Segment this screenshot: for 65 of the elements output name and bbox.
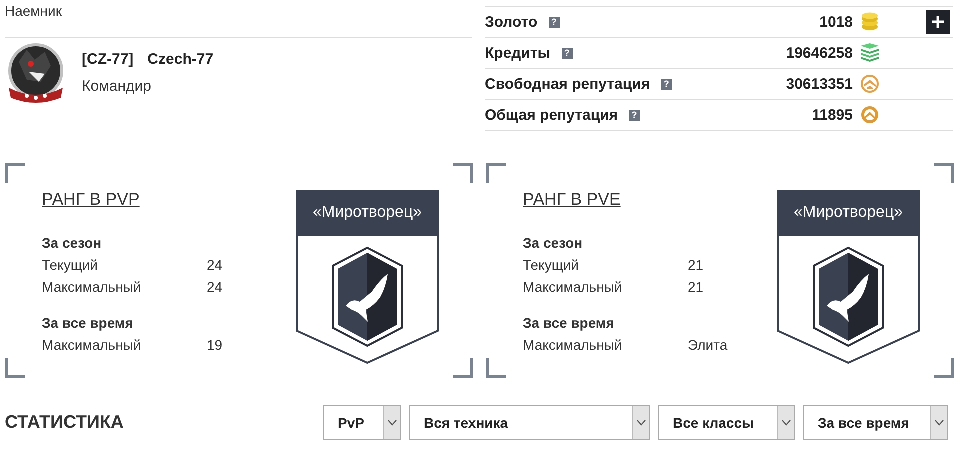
- coins-icon: [860, 12, 880, 32]
- dropdown-value: Вся техника: [423, 414, 510, 432]
- currency-label: Кредиты: [485, 44, 551, 62]
- reputation-icon: [860, 74, 880, 94]
- frame-corner: [486, 163, 506, 183]
- filter-dropdown[interactable]: За все время: [803, 405, 948, 440]
- stat-label: Текущий: [523, 256, 580, 275]
- section-heading: За сезон: [42, 234, 103, 253]
- badge-title: «Миротворец»: [296, 190, 439, 236]
- dropdown-value: Все классы: [672, 414, 755, 432]
- help-icon: ?: [661, 78, 672, 90]
- stat-label: Максимальный: [42, 278, 142, 297]
- stat-value: 19: [207, 336, 223, 355]
- shield-emblem-icon: [296, 236, 439, 364]
- dropdown-value: За все время: [817, 414, 910, 433]
- badge-title: «Миротворец»: [777, 190, 920, 236]
- section-title: Наемник: [5, 0, 472, 38]
- stat-value: 24: [207, 256, 223, 275]
- shield-emblem-icon: [777, 236, 920, 364]
- filter-dropdown[interactable]: PvP: [323, 405, 401, 440]
- frame-corner: [453, 163, 473, 183]
- filter-dropdown[interactable]: Вся техника: [409, 405, 650, 440]
- frame-corner: [934, 163, 954, 183]
- rank-title-link[interactable]: РАНГ В PVP: [42, 190, 140, 210]
- section-heading: За все время: [523, 314, 616, 333]
- caret-icon: [934, 420, 944, 426]
- help-icon: ?: [548, 16, 560, 28]
- clan-tag: [CZ-77]: [82, 51, 134, 68]
- help-icon: ?: [562, 48, 573, 58]
- player-role: Командир: [82, 78, 152, 95]
- rank-title-link[interactable]: РАНГ В PVE: [523, 190, 621, 210]
- frame-corner: [5, 163, 25, 183]
- dropdown-value: PvP: [337, 414, 366, 432]
- add-button[interactable]: [926, 10, 950, 34]
- currency-value: 19646258: [786, 44, 853, 62]
- caret-icon: [636, 420, 646, 426]
- stat-label: Максимальный: [42, 336, 142, 355]
- section-heading: За все время: [42, 314, 134, 333]
- filter-dropdown[interactable]: Все классы: [658, 405, 795, 440]
- reputation-icon: [860, 105, 880, 125]
- currency-value: 1018: [820, 14, 853, 30]
- frame-corner: [486, 358, 506, 378]
- caret-icon: [388, 420, 396, 426]
- help-icon: ?: [629, 110, 640, 120]
- caret-icon: [782, 420, 790, 426]
- stat-value: 21: [688, 278, 704, 297]
- stat-label: Текущий: [42, 256, 99, 275]
- stat-label: Максимальный: [523, 278, 624, 297]
- plus-icon: [932, 16, 944, 28]
- player-name: Czech-77: [148, 51, 214, 68]
- stat-value: 21: [688, 256, 704, 275]
- section-heading: За сезон: [523, 234, 584, 253]
- currency-label: Общая репутация: [485, 106, 618, 124]
- banknotes-icon: [860, 43, 880, 63]
- currency-value: 30613351: [786, 76, 853, 92]
- stat-value: 24: [207, 278, 223, 297]
- statistics-title: СТАТИСТИКА: [5, 412, 125, 433]
- frame-corner: [934, 358, 954, 378]
- currency-label: Золото: [485, 14, 538, 30]
- stat-label: Максимальный: [523, 336, 624, 355]
- stat-value: Элита: [688, 336, 728, 355]
- currency-label: Свободная репутация: [485, 76, 650, 92]
- currency-value: 11895: [812, 106, 853, 124]
- frame-corner: [5, 358, 25, 378]
- frame-corner: [453, 358, 473, 378]
